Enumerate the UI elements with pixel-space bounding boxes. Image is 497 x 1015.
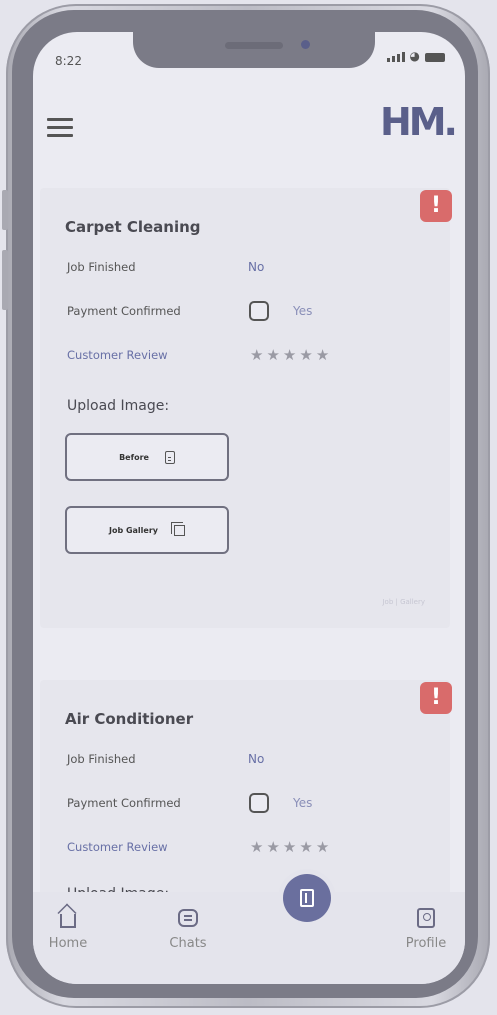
job-finished-value: No [248, 752, 265, 766]
alert-icon[interactable]: ! [420, 190, 452, 222]
job-finished-label: Job Finished [67, 260, 136, 274]
job-gallery-link[interactable]: Job | Gallery [382, 598, 425, 606]
payment-confirmed-checkbox[interactable] [249, 301, 269, 321]
star-icon[interactable]: ★ [283, 840, 296, 855]
star-icon[interactable]: ★ [266, 348, 279, 363]
nav-chats[interactable]: Chats [153, 904, 223, 951]
star-icon[interactable]: ★ [266, 840, 279, 855]
star-icon[interactable]: ★ [299, 348, 312, 363]
bottom-nav: Home Chats Profile [33, 874, 465, 984]
status-icons: ◕ [386, 49, 445, 63]
job-finished-value: No [248, 260, 265, 274]
signal-icon [386, 52, 405, 62]
star-icon[interactable]: ★ [299, 840, 312, 855]
wifi-icon: ◕ [409, 49, 420, 63]
battery-icon [425, 53, 445, 62]
star-rating[interactable]: ★ ★ ★ ★ ★ [250, 348, 329, 363]
before-upload-label: Before [119, 452, 149, 462]
payment-confirmed-yes: Yes [293, 304, 313, 318]
book-icon [300, 889, 314, 907]
chat-icon [178, 909, 198, 927]
job-title: Carpet Cleaning [65, 218, 201, 236]
side-button [2, 250, 8, 310]
star-icon[interactable]: ★ [316, 840, 329, 855]
upload-image-title: Upload Image: [67, 398, 170, 414]
document-icon [164, 450, 175, 464]
star-icon[interactable]: ★ [283, 348, 296, 363]
payment-confirmed-yes: Yes [293, 796, 313, 810]
gallery-icon [171, 521, 186, 536]
job-gallery-label: Job Gallery [108, 525, 159, 535]
nav-home[interactable]: Home [33, 904, 103, 951]
notch [133, 32, 375, 68]
star-rating[interactable]: ★ ★ ★ ★ ★ [250, 840, 329, 855]
home-icon [60, 914, 76, 928]
center-action-button[interactable] [283, 874, 331, 922]
profile-icon [417, 908, 435, 928]
nav-home-label: Home [48, 936, 88, 951]
nav-profile-label: Profile [405, 936, 447, 951]
job-gallery-button[interactable]: Job Gallery [65, 506, 229, 554]
status-time: 8:22 [55, 54, 82, 68]
customer-review-label: Customer Review [67, 840, 168, 854]
payment-confirmed-label: Payment Confirmed [67, 304, 181, 318]
nav-profile[interactable]: Profile [391, 904, 461, 951]
side-button [2, 190, 8, 230]
star-icon[interactable]: ★ [316, 348, 329, 363]
hamburger-menu-icon[interactable] [47, 118, 73, 142]
screen: 8:22 ◕ HM. ! Carpet Cleaning Job Finishe… [33, 32, 465, 984]
payment-confirmed-label: Payment Confirmed [67, 796, 181, 810]
nav-chats-label: Chats [169, 936, 207, 951]
job-finished-label: Job Finished [67, 752, 136, 766]
app-logo: HM. [379, 100, 458, 144]
alert-icon[interactable]: ! [420, 682, 452, 714]
star-icon[interactable]: ★ [250, 348, 263, 363]
customer-review-label: Customer Review [67, 348, 168, 362]
camera [301, 40, 310, 49]
job-card: ! Carpet Cleaning Job Finished No Paymen… [40, 188, 452, 628]
star-icon[interactable]: ★ [250, 840, 263, 855]
speaker [225, 42, 283, 49]
before-upload-button[interactable]: Before [65, 433, 229, 481]
payment-confirmed-checkbox[interactable] [249, 793, 269, 813]
job-title: Air Conditioner [65, 710, 194, 728]
